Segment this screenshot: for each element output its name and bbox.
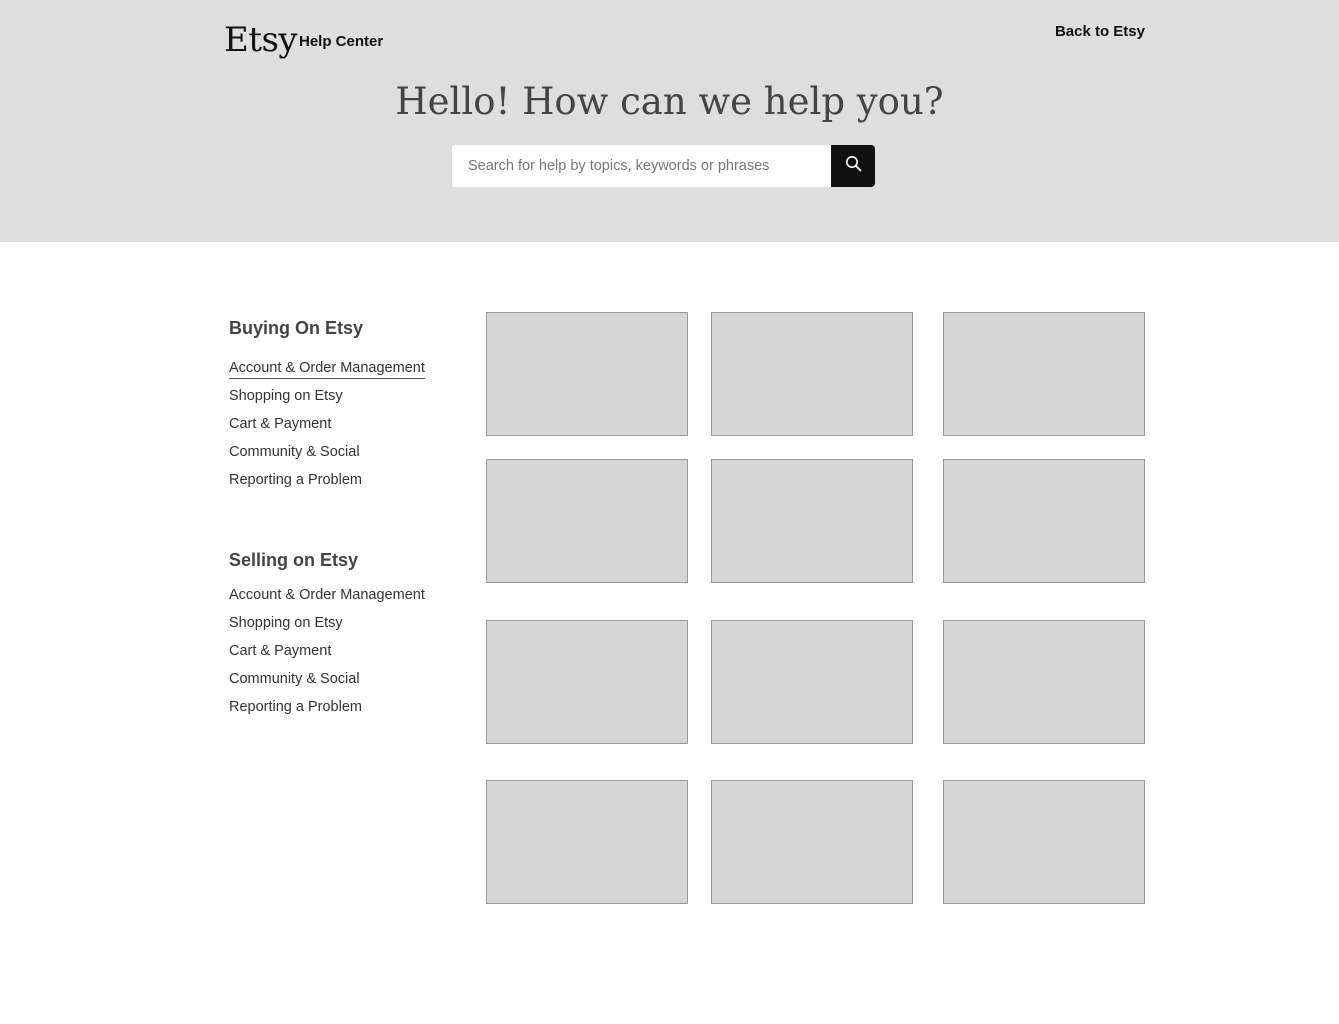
topic-tile[interactable] <box>486 312 688 436</box>
sidebar-item-label: Cart & Payment <box>229 643 332 659</box>
sidebar-item-account-order-management[interactable]: Account & Order Management <box>229 354 449 382</box>
sidebar-item-community-social[interactable]: Community & Social <box>229 665 449 693</box>
etsy-logo[interactable]: Etsy <box>224 20 298 60</box>
topic-tile[interactable] <box>943 620 1145 744</box>
sidebar-item-label: Shopping on Etsy <box>229 615 343 631</box>
search-button[interactable] <box>831 145 875 187</box>
topic-tile[interactable] <box>486 620 688 744</box>
search-bar <box>452 145 875 187</box>
sidebar-item-cart-payment[interactable]: Cart & Payment <box>229 410 449 438</box>
sidebar-item-label: Shopping on Etsy <box>229 388 343 404</box>
sidebar-item-label: Cart & Payment <box>229 416 332 432</box>
topic-tile[interactable] <box>711 459 913 583</box>
section-heading-buying: Buying On Etsy <box>229 318 364 338</box>
sidebar-item-label: Reporting a Problem <box>229 699 362 715</box>
topic-tile[interactable] <box>711 312 913 436</box>
search-icon <box>845 155 862 177</box>
sidebar-item-label: Community & Social <box>229 444 360 460</box>
search-input[interactable] <box>452 145 831 187</box>
sidebar-item-label: Community & Social <box>229 671 360 687</box>
sidebar-item-reporting-problem[interactable]: Reporting a Problem <box>229 693 449 721</box>
sidebar-item-community-social[interactable]: Community & Social <box>229 438 449 466</box>
topic-tile[interactable] <box>486 780 688 904</box>
topic-tile[interactable] <box>943 459 1145 583</box>
section-heading-selling: Selling on Etsy <box>229 550 359 570</box>
hero-banner: Etsy Help Center Back to Etsy Hello! How… <box>0 0 1339 242</box>
sidebar-item-reporting-problem[interactable]: Reporting a Problem <box>229 466 449 494</box>
sidebar-item-shopping-on-etsy[interactable]: Shopping on Etsy <box>229 609 449 637</box>
topic-tile[interactable] <box>486 459 688 583</box>
topic-tile[interactable] <box>711 780 913 904</box>
sidebar-item-label: Account & Order Management <box>229 587 425 603</box>
topic-tile[interactable] <box>943 780 1145 904</box>
topic-tile[interactable] <box>943 312 1145 436</box>
sidebar-section-buying: Buying On Etsy Account & Order Managemen… <box>229 317 449 494</box>
sidebar-item-cart-payment[interactable]: Cart & Payment <box>229 637 449 665</box>
topic-tile[interactable] <box>711 620 913 744</box>
sidebar-section-selling: Selling on Etsy Account & Order Manageme… <box>229 549 449 721</box>
sidebar-item-account-order-management[interactable]: Account & Order Management <box>229 581 449 609</box>
page-title: Hello! How can we help you? <box>395 80 944 123</box>
selling-links: Account & Order Management Shopping on E… <box>229 581 449 721</box>
sidebar-item-shopping-on-etsy[interactable]: Shopping on Etsy <box>229 382 449 410</box>
buying-links: Account & Order Management Shopping on E… <box>229 354 449 494</box>
sidebar-item-label: Reporting a Problem <box>229 472 362 488</box>
back-to-etsy-link[interactable]: Back to Etsy <box>1055 23 1145 41</box>
help-center-title: Help Center <box>299 33 384 50</box>
sidebar-item-label: Account & Order Management <box>229 360 425 379</box>
